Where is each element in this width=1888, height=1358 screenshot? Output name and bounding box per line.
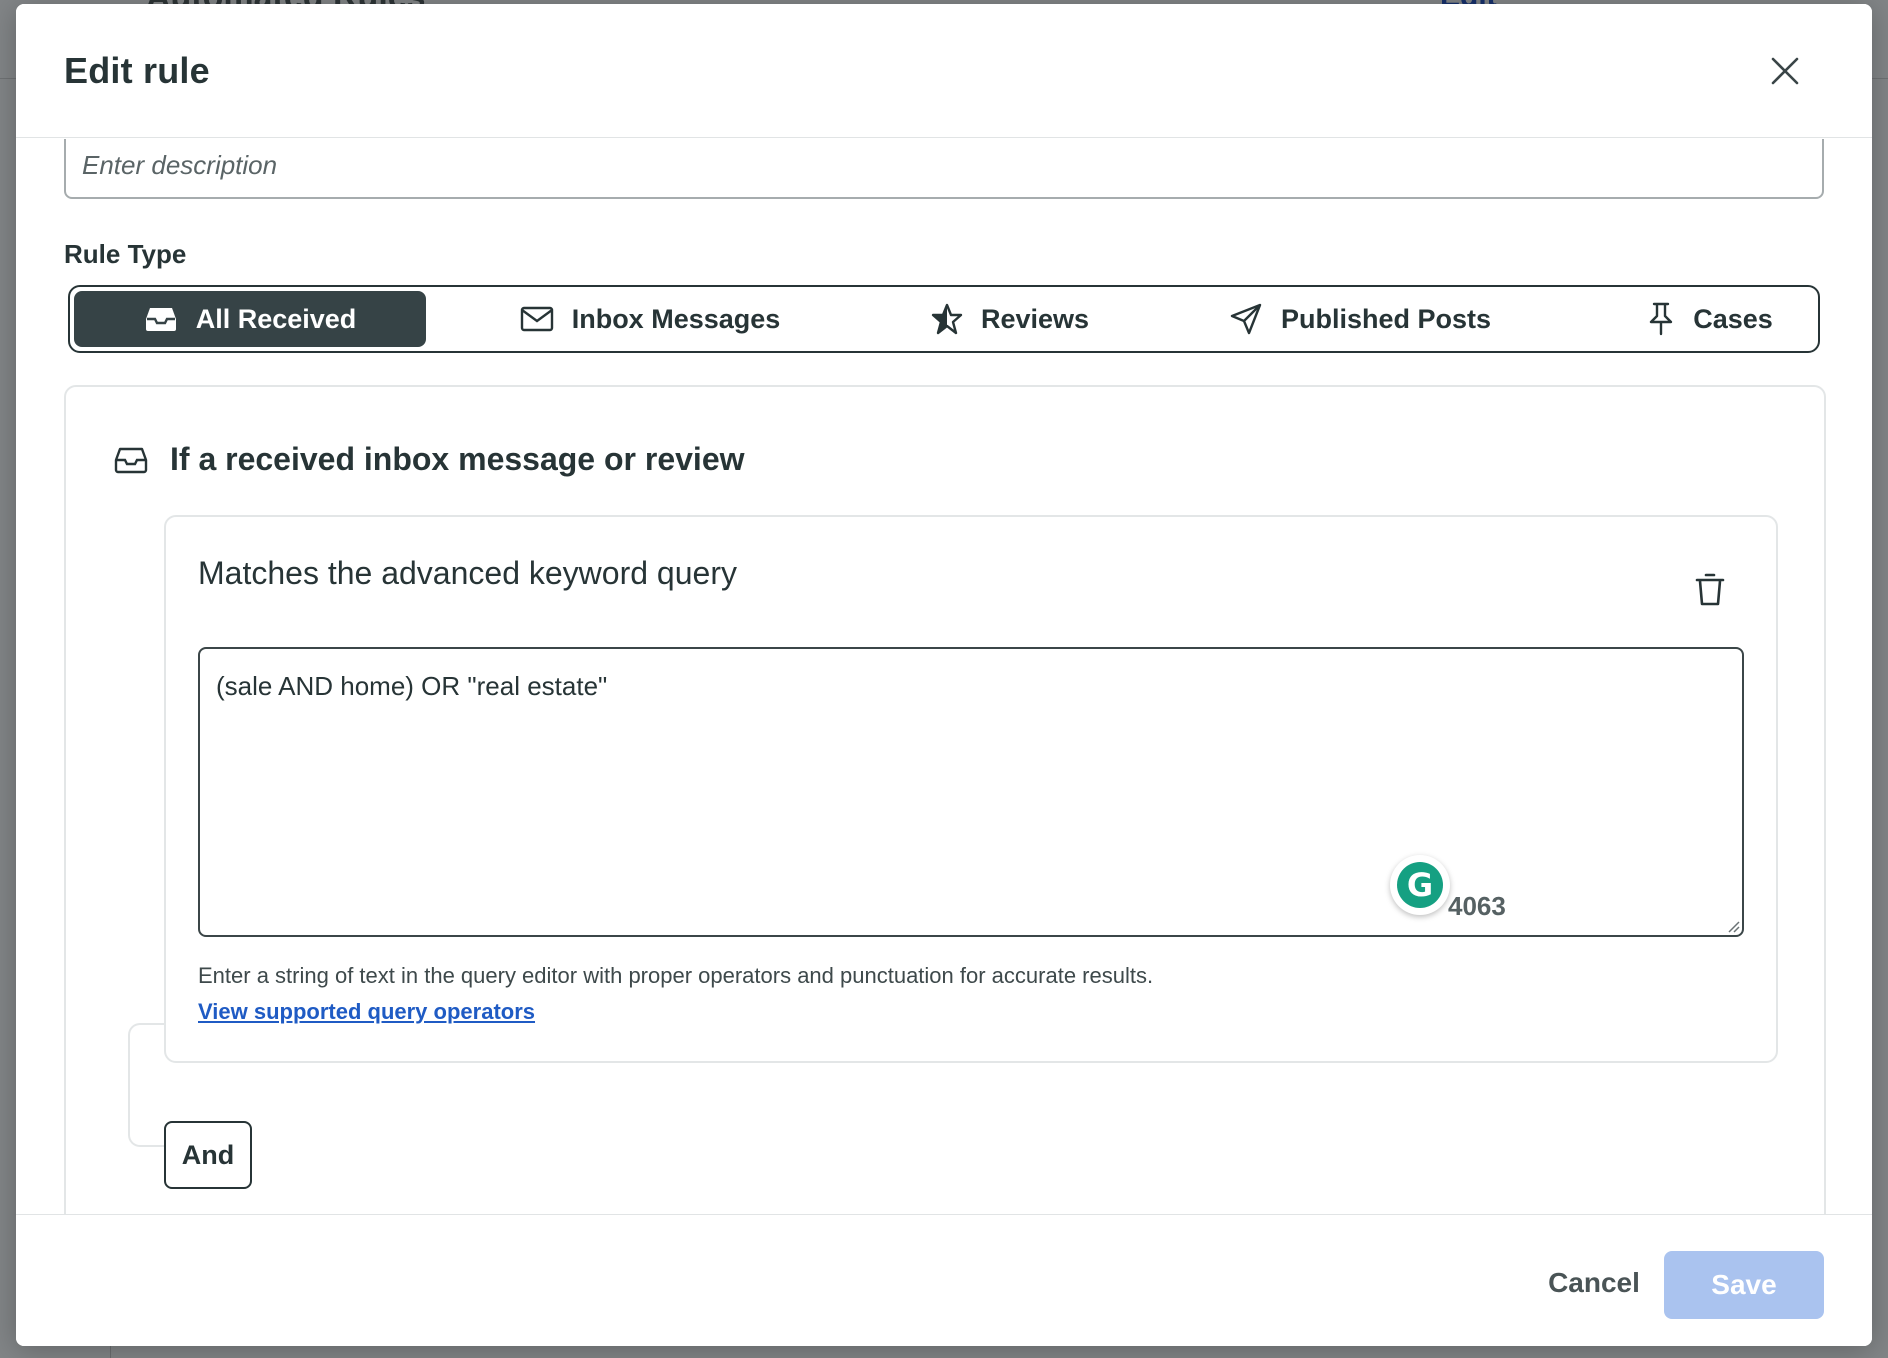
condition-heading-text: If a received inbox message or review (170, 441, 745, 477)
pin-icon (1647, 302, 1675, 336)
add-and-condition-button[interactable]: And (164, 1121, 252, 1189)
grammarly-button[interactable]: G (1390, 855, 1450, 915)
rule-type-reviews[interactable]: Reviews (900, 291, 1120, 347)
edit-rule-modal: Edit rule Rule Type All Received (16, 4, 1872, 1346)
view-query-operators-link[interactable]: View supported query operators (198, 999, 535, 1025)
condition-card: If a received inbox message or review Ma… (64, 385, 1826, 1215)
save-button[interactable]: Save (1664, 1251, 1824, 1319)
modal-title: Edit rule (64, 50, 210, 91)
grammarly-icon: G (1397, 862, 1443, 908)
keyword-query-card: Matches the advanced keyword query (sale… (164, 515, 1778, 1063)
inbox-tray-icon (144, 305, 178, 333)
rule-type-inbox-messages[interactable]: Inbox Messages (490, 291, 810, 347)
rule-type-label-all-received: All Received (195, 303, 357, 334)
rule-type-all-received[interactable]: All Received (74, 291, 426, 347)
rule-type-label: Rule Type (64, 239, 187, 269)
rule-type-label-inbox-messages: Inbox Messages (571, 303, 781, 334)
trash-icon (1695, 573, 1725, 606)
description-field (64, 139, 1824, 199)
cancel-button[interactable]: Cancel (1524, 1251, 1664, 1315)
paper-plane-icon (1229, 302, 1263, 336)
resize-handle-icon[interactable] (1724, 917, 1740, 933)
close-button[interactable] (1760, 46, 1810, 96)
rule-type-published-posts[interactable]: Published Posts (1200, 291, 1520, 347)
query-editor-text[interactable]: (sale AND home) OR "real estate" (216, 671, 1616, 702)
modal-header: Edit rule (16, 4, 1872, 138)
condition-heading: If a received inbox message or review (114, 441, 745, 478)
character-count: 4063 (1448, 891, 1506, 921)
envelope-icon (520, 306, 554, 332)
rule-type-cases[interactable]: Cases (1610, 291, 1810, 347)
rule-type-label-cases: Cases (1693, 303, 1773, 334)
close-icon (1771, 57, 1799, 85)
rule-type-label-reviews: Reviews (980, 303, 1090, 334)
rule-type-label-published-posts: Published Posts (1280, 303, 1492, 334)
description-input[interactable] (82, 145, 1782, 185)
rule-type-selector: All Received Inbox Messages Reviews Publ… (68, 285, 1820, 353)
query-helper-text: Enter a string of text in the query edit… (198, 963, 1154, 988)
keyword-query-title: Matches the advanced keyword query (198, 555, 737, 591)
modal-footer: Cancel Save (16, 1214, 1872, 1346)
inbox-tray-icon (114, 447, 148, 473)
query-editor[interactable]: (sale AND home) OR "real estate" G 4063 (198, 647, 1744, 937)
modal-body: Rule Type All Received I (16, 139, 1872, 1215)
delete-condition-button[interactable] (1690, 569, 1730, 611)
star-icon (931, 303, 963, 335)
condition-connector (128, 1023, 168, 1147)
